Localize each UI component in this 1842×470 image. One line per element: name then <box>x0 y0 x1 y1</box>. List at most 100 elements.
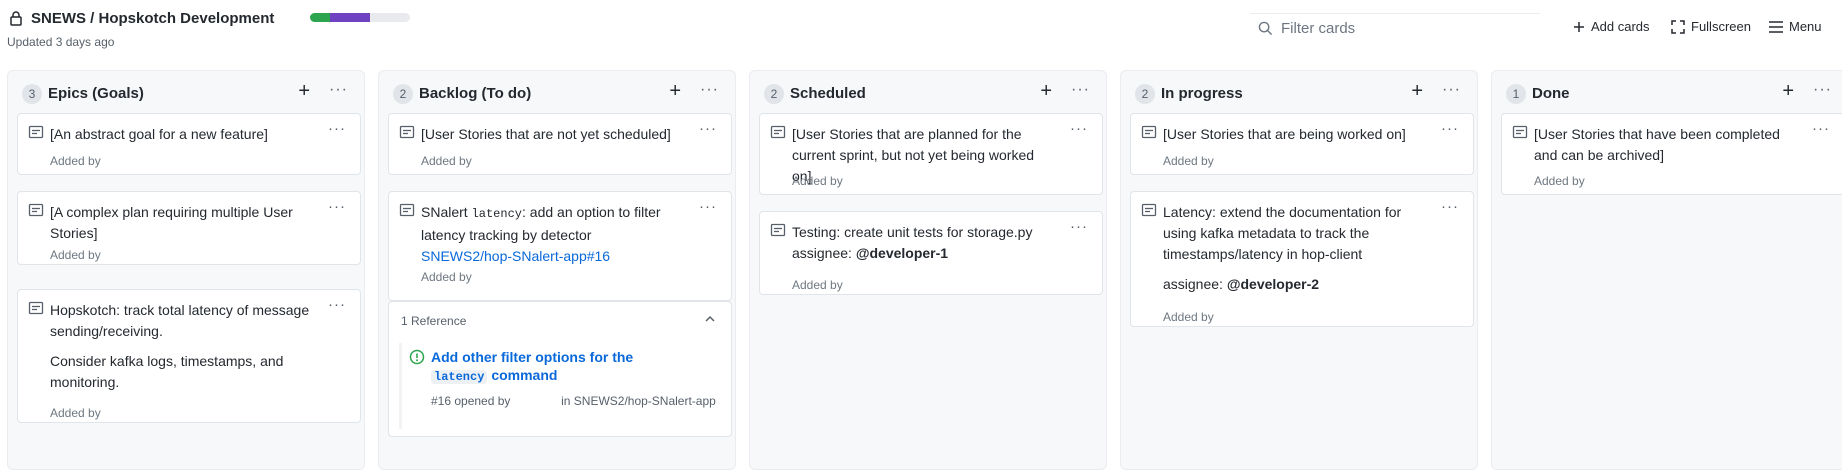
card-added-by: Added by <box>1163 154 1214 168</box>
card-added-by: Added by <box>1534 174 1585 188</box>
issue-link[interactable]: SNEWS2/hop-SNalert-app#16 <box>421 248 610 264</box>
card-added-by: Added by <box>1163 310 1214 324</box>
column-title: Scheduled <box>790 85 866 102</box>
references-panel: 1 Reference Add other filter options for… <box>388 301 732 437</box>
search-icon <box>1258 21 1273 36</box>
fullscreen-button[interactable]: Fullscreen <box>1671 19 1751 34</box>
column-card-count: 2 <box>393 84 413 104</box>
card-note-text: [A complex plan requiring multiple User … <box>50 204 293 241</box>
ref-issue-repo: in SNEWS2/hop-SNalert-app <box>561 394 716 408</box>
column-more-button[interactable]: ··· <box>329 81 348 99</box>
column-header: 2 Scheduled + ··· <box>750 71 1106 113</box>
card-note-text: [User Stories that are not yet scheduled… <box>421 126 671 142</box>
referenced-issue-title[interactable]: Add other filter options for the latency… <box>431 348 711 386</box>
card-text-prefix: SNalert <box>421 204 468 220</box>
card-note-line: Testing: create unit tests for storage.p… <box>792 224 1033 240</box>
note-icon <box>1141 203 1157 217</box>
card-more-button[interactable]: ··· <box>1070 218 1088 235</box>
ref-title-prefix: Add other filter options for the <box>431 349 634 365</box>
assignee-label: assignee: <box>1163 276 1223 292</box>
card-added-by: Added by <box>421 154 472 168</box>
column-more-button[interactable]: ··· <box>700 81 719 99</box>
card-more-button[interactable]: ··· <box>328 198 346 215</box>
column-card-count: 2 <box>1135 84 1155 104</box>
assignee-mention[interactable]: @developer-2 <box>1227 276 1319 292</box>
column-more-button[interactable]: ··· <box>1071 81 1090 99</box>
lock-icon <box>10 11 22 26</box>
card[interactable]: SNalert latency: add an option to filter… <box>388 191 732 301</box>
column-in-progress: 2 In progress + ··· [User Stories that a… <box>1120 70 1478 470</box>
progress-done-segment <box>310 13 330 22</box>
card-added-by: Added by <box>50 406 101 420</box>
card[interactable]: Testing: create unit tests for storage.p… <box>759 211 1103 295</box>
note-icon <box>1512 125 1528 139</box>
menu-button[interactable]: Menu <box>1769 19 1822 34</box>
card-note-text: SNalert latency: add an option to filter… <box>421 202 691 267</box>
chevron-up-icon[interactable] <box>703 312 717 326</box>
note-icon <box>28 301 44 315</box>
card-note-text: Hopskotch: track total latency of messag… <box>50 300 315 393</box>
card-added-by: Added by <box>792 278 843 292</box>
assignee-mention[interactable]: @developer-1 <box>856 245 948 261</box>
note-icon <box>770 125 786 139</box>
add-card-button[interactable]: + <box>298 81 310 101</box>
card-assignee-line: assignee: @developer-2 <box>1163 274 1408 295</box>
add-card-button[interactable]: + <box>1040 81 1052 101</box>
referenced-issue-meta: #16 opened by in SNEWS2/hop-SNalert-app <box>431 392 721 410</box>
card[interactable]: [User Stories that are being worked on] … <box>1130 113 1474 175</box>
card-more-button[interactable]: ··· <box>328 296 346 313</box>
card-more-button[interactable]: ··· <box>1441 198 1459 215</box>
card[interactable]: [An abstract goal for a new feature] ···… <box>17 113 361 175</box>
card-more-button[interactable]: ··· <box>1441 120 1459 137</box>
referenced-issue[interactable]: Add other filter options for the latency… <box>399 343 721 429</box>
card-more-button[interactable]: ··· <box>699 198 717 215</box>
card-more-button[interactable]: ··· <box>328 120 346 137</box>
card-more-button[interactable]: ··· <box>699 120 717 137</box>
filter-cards-input[interactable] <box>1281 20 1521 37</box>
column-title: Done <box>1532 85 1570 102</box>
column-title: Epics (Goals) <box>48 85 144 102</box>
project-title: SNEWS / Hopskotch Development <box>31 10 275 27</box>
menu-label: Menu <box>1789 19 1822 34</box>
card[interactable]: Latency: extend the documentation for us… <box>1130 191 1474 327</box>
ref-title-suffix: command <box>491 367 558 383</box>
add-card-button[interactable]: + <box>669 81 681 101</box>
open-issue-icon <box>409 349 425 365</box>
card-more-button[interactable]: ··· <box>1812 120 1830 137</box>
add-cards-button[interactable]: Add cards <box>1573 19 1650 34</box>
add-card-button[interactable]: + <box>1782 81 1794 101</box>
card[interactable]: [User Stories that are not yet scheduled… <box>388 113 732 175</box>
card-added-by: Added by <box>50 248 101 262</box>
card-note-text: Testing: create unit tests for storage.p… <box>792 222 1057 264</box>
card-note-text: [User Stories that have been completed a… <box>1534 126 1780 163</box>
column-header: 1 Done + ··· <box>1492 71 1842 113</box>
card[interactable]: Hopskotch: track total latency of messag… <box>17 289 361 423</box>
ref-issue-number: #16 opened by <box>431 394 511 408</box>
column-more-button[interactable]: ··· <box>1813 81 1832 99</box>
references-header: 1 Reference <box>401 314 467 328</box>
column-more-button[interactable]: ··· <box>1442 81 1461 99</box>
note-icon <box>399 125 415 139</box>
column-scheduled: 2 Scheduled + ··· [User Stories that are… <box>749 70 1107 470</box>
card-inline-code: latency <box>471 207 522 221</box>
progress-in-progress-segment <box>330 13 370 22</box>
card[interactable]: [User Stories that are planned for the c… <box>759 113 1103 195</box>
project-board: 3 Epics (Goals) + ··· [An abstract goal … <box>0 64 1842 470</box>
column-epics: 3 Epics (Goals) + ··· [An abstract goal … <box>7 70 365 470</box>
card-more-button[interactable]: ··· <box>1070 120 1088 137</box>
fullscreen-icon <box>1671 19 1685 34</box>
column-backlog: 2 Backlog (To do) + ··· [User Stories th… <box>378 70 736 470</box>
card[interactable]: [A complex plan requiring multiple User … <box>17 191 361 265</box>
card-added-by: Added by <box>421 270 472 284</box>
project-progress-bar <box>310 13 410 22</box>
column-title: In progress <box>1161 85 1243 102</box>
ref-title-code: latency <box>431 370 488 384</box>
column-done: 1 Done + ··· [User Stories that have bee… <box>1491 70 1842 470</box>
project-header: SNEWS / Hopskotch Development Updated 3 … <box>0 0 1842 64</box>
card-note-text: [User Stories that are being worked on] <box>1163 126 1406 142</box>
add-card-button[interactable]: + <box>1411 81 1423 101</box>
card[interactable]: [User Stories that have been completed a… <box>1501 113 1842 195</box>
filter-cards-search[interactable] <box>1250 13 1540 43</box>
note-icon <box>1141 125 1157 139</box>
column-card-count: 1 <box>1506 84 1526 104</box>
